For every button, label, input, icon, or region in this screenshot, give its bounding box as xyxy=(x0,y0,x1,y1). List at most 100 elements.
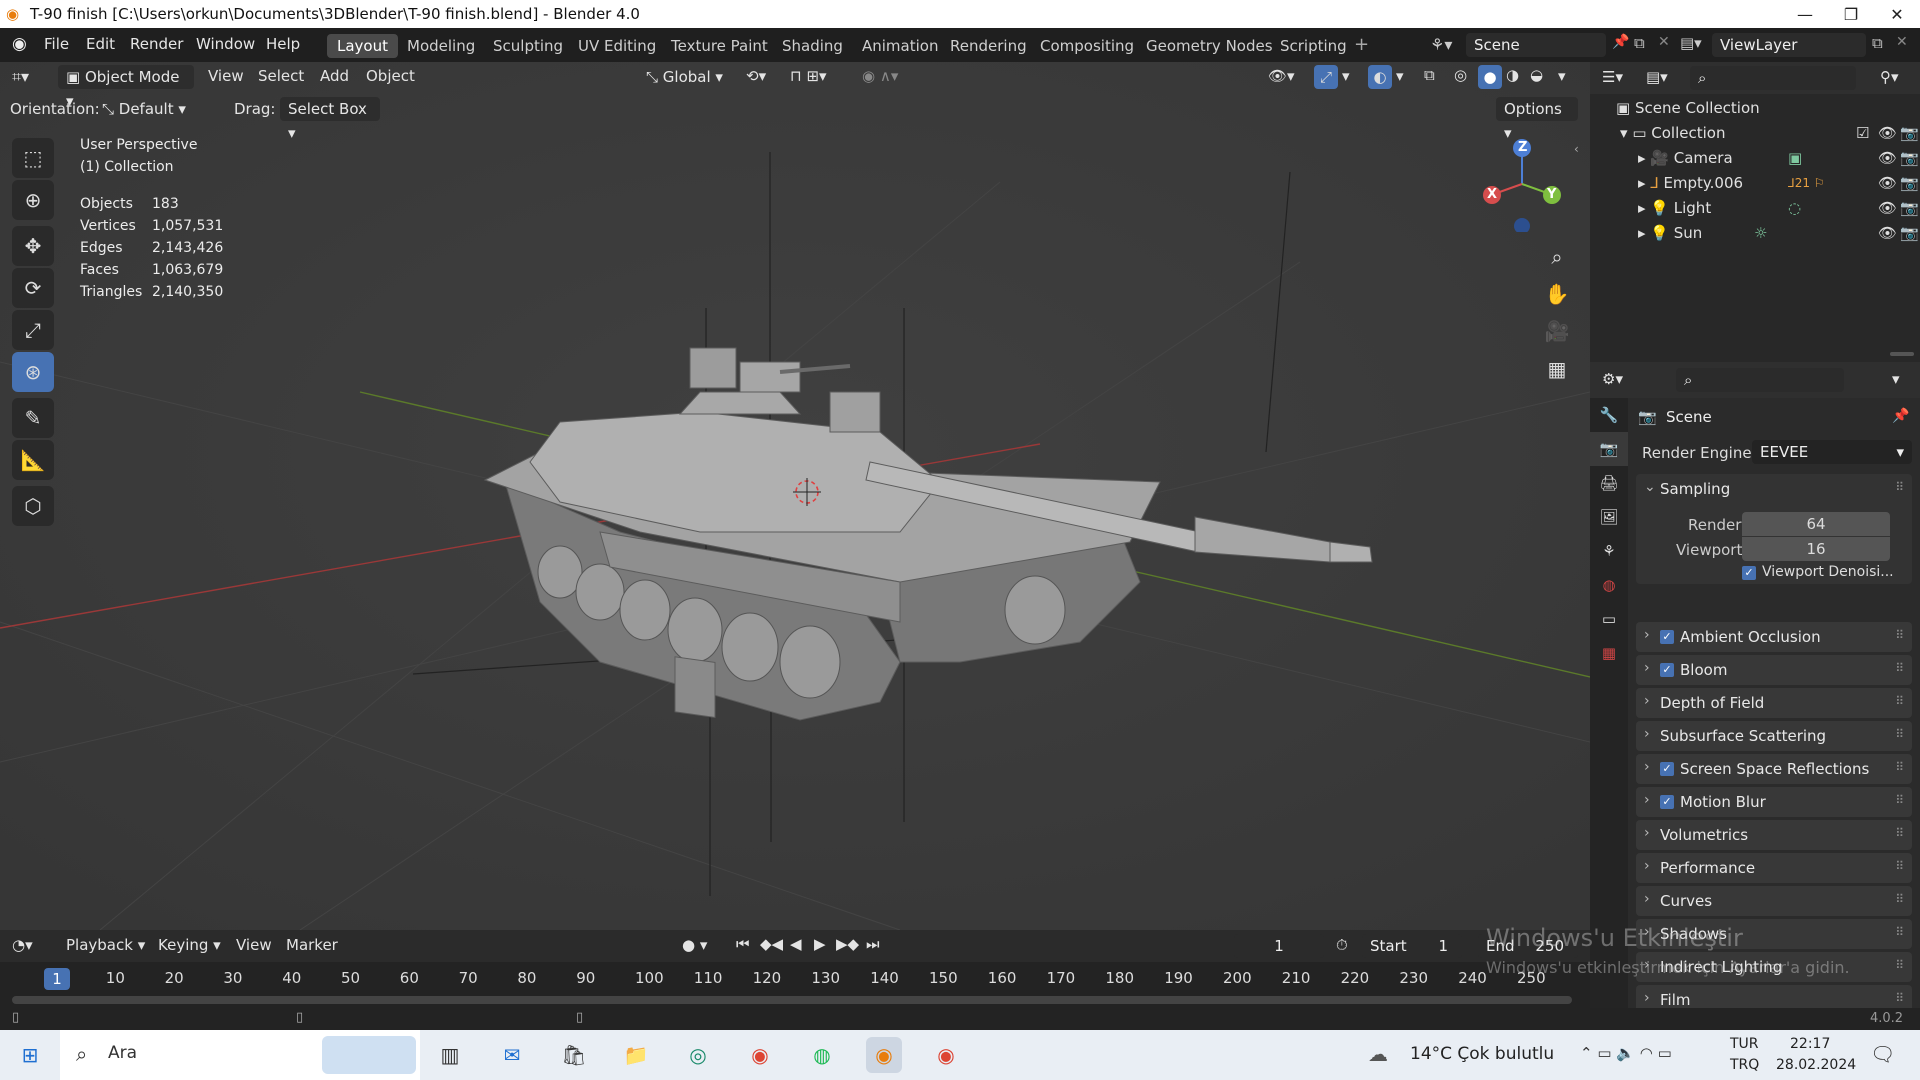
microsoft-store-icon[interactable]: 🛍 xyxy=(556,1037,592,1073)
camera-view-icon[interactable]: 🎥 xyxy=(1540,314,1574,348)
drag-dropdown[interactable]: Select Box ▾ xyxy=(280,97,380,142)
sampling-title[interactable]: Sampling xyxy=(1660,480,1730,498)
maximize-button[interactable]: ❐ xyxy=(1828,0,1874,28)
chevron-right-icon[interactable]: › xyxy=(1644,891,1650,907)
camera-visibility-icon[interactable]: 👁 xyxy=(1878,146,1897,171)
xray-toggle-icon[interactable]: ⧉ xyxy=(1424,66,1435,84)
jump-end-icon[interactable]: ⏭ xyxy=(866,935,880,953)
chevron-right-icon[interactable]: › xyxy=(1644,792,1650,808)
weather-text[interactable]: 14°C Çok bulutlu xyxy=(1410,1044,1554,1064)
delete-scene-icon[interactable]: ✕ xyxy=(1658,34,1670,50)
gizmo-dropdown-icon[interactable]: ▾ xyxy=(1342,67,1350,85)
rotate-tool-icon[interactable]: ⟳ xyxy=(12,268,54,308)
file-explorer-icon[interactable]: 📁 xyxy=(618,1037,654,1073)
delete-view-layer-icon[interactable]: ✕ xyxy=(1896,34,1908,50)
clock-time[interactable]: 22:17 xyxy=(1790,1036,1830,1052)
proportional-editing-icon[interactable]: ◉ ∧▾ xyxy=(862,67,898,85)
outliner-scene-collection[interactable]: ▣ Scene Collection xyxy=(1616,96,1760,121)
drag-handle-icon[interactable]: ⠿ xyxy=(1895,628,1904,642)
tab-uv-editing[interactable]: UV Editing xyxy=(568,34,666,58)
pan-hand-icon[interactable]: ✋ xyxy=(1540,277,1574,311)
current-frame-field[interactable]: 1 xyxy=(1234,934,1324,958)
view-layer-field[interactable]: ViewLayer xyxy=(1712,33,1866,57)
new-scene-icon[interactable]: ⧉ xyxy=(1634,34,1645,52)
gizmo-toggle-icon[interactable]: ⤢ xyxy=(1314,65,1338,89)
collection-checkbox-icon[interactable]: ☑ xyxy=(1856,121,1869,146)
chevron-right-icon[interactable]: › xyxy=(1644,627,1650,643)
properties-options-icon[interactable]: ▾ xyxy=(1892,370,1900,388)
drag-handle-icon[interactable]: ⠿ xyxy=(1895,958,1904,972)
menu-window[interactable]: Window xyxy=(196,35,255,53)
chevron-right-icon[interactable]: › xyxy=(1644,726,1650,742)
drag-handle-icon[interactable]: ⠿ xyxy=(1895,859,1904,873)
world-tab-icon[interactable]: ◍ xyxy=(1590,568,1628,602)
play-reverse-icon[interactable]: ◀ xyxy=(790,935,802,953)
outliner-editor-icon[interactable]: ☰▾ xyxy=(1602,68,1623,86)
record-keyframe-icon[interactable]: ● ▾ xyxy=(682,936,707,954)
outliner-search-input[interactable]: ⌕ xyxy=(1690,66,1856,90)
new-view-layer-icon[interactable]: ⧉ xyxy=(1872,34,1883,52)
object-mode-dropdown[interactable]: ▣ Object Mode ▾ xyxy=(58,65,194,110)
drag-handle-icon[interactable]: ⠿ xyxy=(1895,892,1904,906)
tab-shading[interactable]: Shading xyxy=(772,34,853,58)
pivot-point-icon[interactable]: ⟲▾ xyxy=(746,67,766,85)
snap-icon[interactable]: ⊓ ⊞▾ xyxy=(790,67,827,85)
mail-app-icon[interactable]: ✉ xyxy=(494,1037,530,1073)
timeline-scrollbar[interactable] xyxy=(12,996,1572,1004)
chevron-down-icon[interactable]: ⌄ xyxy=(1644,479,1656,495)
wireframe-shading-icon[interactable]: ◎ xyxy=(1454,66,1467,84)
blender-menu-icon[interactable]: ◉ xyxy=(12,34,27,54)
menu-render[interactable]: Render xyxy=(130,35,183,53)
ortho-grid-icon[interactable]: ▦ xyxy=(1540,352,1574,386)
outliner-collection-row[interactable]: ▾ ▭ Collection ☑ 👁 📷 xyxy=(1620,121,1919,146)
tab-layout[interactable]: Layout xyxy=(327,34,398,58)
language-indicator[interactable]: TUR xyxy=(1730,1036,1759,1052)
chrome-browser-icon[interactable]: ◉ xyxy=(742,1037,778,1073)
tab-texture-paint[interactable]: Texture Paint xyxy=(661,34,778,58)
view-layer-tab-icon[interactable]: 🖼 xyxy=(1590,500,1628,534)
move-tool-icon[interactable]: ✥ xyxy=(12,226,54,266)
chevron-right-icon[interactable]: › xyxy=(1644,990,1650,1006)
panel-performance[interactable]: › Performance ⠿ xyxy=(1636,853,1912,883)
prev-keyframe-icon[interactable]: ◆◀ xyxy=(760,935,783,953)
chevron-right-icon[interactable]: › xyxy=(1644,858,1650,874)
outliner-scrollbar[interactable] xyxy=(1890,352,1914,356)
display-mode-icon[interactable]: ▤▾ xyxy=(1646,68,1668,86)
drag-handle-icon[interactable]: ⠿ xyxy=(1895,991,1904,1005)
spotify-app-icon[interactable]: ◍ xyxy=(804,1037,840,1073)
scale-tool-icon[interactable]: ⤢ xyxy=(12,310,54,350)
start-frame-field[interactable]: Start 1 xyxy=(1362,934,1462,958)
options-dropdown[interactable]: Options ▾ xyxy=(1496,97,1578,142)
task-view-icon[interactable]: ▥ xyxy=(432,1037,468,1073)
overlays-dropdown-icon[interactable]: ▾ xyxy=(1396,67,1404,85)
view-layer-icon[interactable]: ▤▾ xyxy=(1680,34,1702,52)
add-workspace-button[interactable]: + xyxy=(1354,34,1369,55)
collection-visibility-icon[interactable]: 👁 xyxy=(1878,121,1897,146)
tab-modeling[interactable]: Modeling xyxy=(397,34,485,58)
blender-app-icon[interactable]: ◉ xyxy=(866,1037,902,1073)
scene-selector-icon[interactable]: ⚘▾ xyxy=(1430,35,1452,54)
collection-tab-icon[interactable]: ▭ xyxy=(1590,602,1628,636)
outliner-item-sun[interactable]: ▸ 💡 Sun ☼ 👁 📷 xyxy=(1638,221,1919,246)
drag-handle-icon[interactable]: ⠿ xyxy=(1895,826,1904,840)
menu-file[interactable]: File xyxy=(44,35,69,53)
next-keyframe-icon[interactable]: ▶◆ xyxy=(836,935,859,953)
menu-edit[interactable]: Edit xyxy=(86,35,115,53)
empty-render-icon[interactable]: 📷 xyxy=(1900,171,1919,196)
stopwatch-icon[interactable]: ⏱ xyxy=(1336,936,1348,954)
drag-handle-icon[interactable]: ⠿ xyxy=(1895,727,1904,741)
viewport-samples-field[interactable]: 16 xyxy=(1742,537,1890,561)
scene-name-field[interactable]: Scene xyxy=(1466,33,1606,57)
filter-icon[interactable]: ⚲▾ xyxy=(1880,68,1899,86)
measure-tool-icon[interactable]: 📐 xyxy=(12,440,54,480)
scene-pin-icon[interactable]: 📌 xyxy=(1612,34,1629,50)
rendered-shading-icon[interactable]: ◒ xyxy=(1530,66,1543,84)
add-cube-tool-icon[interactable]: ⬡ xyxy=(12,486,54,526)
viewport-denoise-checkbox[interactable]: ✓ xyxy=(1742,566,1756,580)
menu-view[interactable]: View xyxy=(208,67,244,85)
transform-tool-icon[interactable]: ⊛ xyxy=(12,352,54,392)
drag-handle-icon[interactable]: ⠿ xyxy=(1895,925,1904,939)
cursor-tool-icon[interactable]: ⊕ xyxy=(12,180,54,220)
properties-search-input[interactable]: ⌕ xyxy=(1676,368,1844,392)
timeline-editor-icon[interactable]: ◔▾ xyxy=(12,936,33,954)
